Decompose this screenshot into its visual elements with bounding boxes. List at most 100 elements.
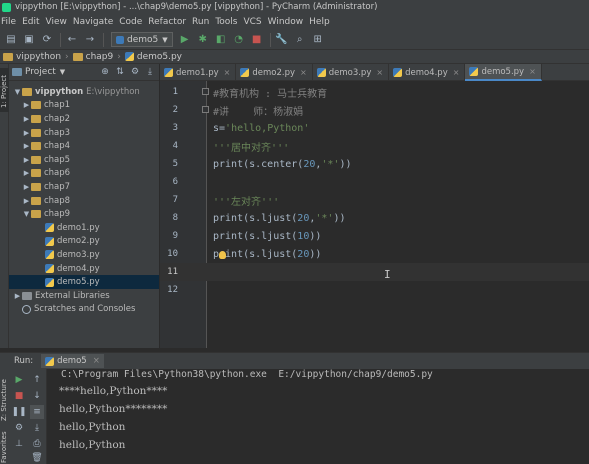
tree-folder[interactable]: ▶ chap4 (9, 139, 159, 153)
menu-view[interactable]: View (43, 17, 70, 27)
favorites-tool-tab[interactable]: Favorites (0, 427, 9, 464)
run-config-select[interactable]: demo5 ▼ (111, 32, 173, 47)
collapsed-arrow-icon[interactable]: ▶ (22, 129, 31, 137)
tree-file-selected[interactable]: demo5.py (9, 275, 159, 289)
lightbulb-icon[interactable] (219, 251, 226, 259)
collapsed-arrow-icon[interactable]: ▶ (22, 101, 31, 109)
code-line[interactable]: 5 print(s.center(20,'*')) (160, 155, 589, 173)
soft-wrap-icon[interactable]: ≡ (30, 405, 44, 419)
scroll-down-icon[interactable]: ↓ (30, 389, 44, 403)
print-icon[interactable]: ⎙ (30, 437, 44, 451)
structure-tool-tab[interactable]: Z: Structure (0, 373, 9, 423)
breadcrumb-folder[interactable]: chap9 (86, 52, 114, 62)
tab-demo3[interactable]: demo3.py × (313, 64, 390, 81)
tab-demo5[interactable]: demo5.py × (465, 64, 542, 81)
collapse-icon[interactable]: ⇅ (115, 67, 125, 77)
close-icon[interactable]: × (300, 68, 307, 77)
code-line-current[interactable]: 11 (160, 263, 589, 281)
menu-help[interactable]: Help (306, 17, 333, 27)
code-line[interactable]: 8 print(s.ljust(20,'*')) (160, 209, 589, 227)
tab-demo4[interactable]: demo4.py × (389, 64, 466, 81)
menu-navigate[interactable]: Navigate (70, 17, 116, 27)
run-console[interactable]: C:\Program Files\Python38\python.exe E:/… (47, 369, 589, 464)
collapsed-arrow-icon[interactable]: ▶ (22, 115, 31, 123)
hide-icon[interactable]: ⤓ (145, 67, 155, 77)
tree-external-libraries[interactable]: ▶ External Libraries (9, 289, 159, 303)
tree-file[interactable]: demo2.py (9, 235, 159, 249)
tree-folder[interactable]: ▶ chap2 (9, 112, 159, 126)
structure-icon[interactable]: ⊞ (310, 32, 326, 48)
menu-file[interactable]: File (0, 17, 19, 27)
collapsed-arrow-icon[interactable]: ▶ (22, 169, 31, 177)
open-icon[interactable]: ▤ (3, 32, 19, 48)
stop-icon[interactable]: ■ (12, 389, 26, 403)
menu-edit[interactable]: Edit (19, 17, 42, 27)
settings-icon[interactable]: 🔧 (274, 32, 290, 48)
save-icon[interactable]: ▣ (21, 32, 37, 48)
menu-refactor[interactable]: Refactor (145, 17, 189, 27)
tree-folder[interactable]: ▶ chap5 (9, 153, 159, 167)
menu-tools[interactable]: Tools (212, 17, 240, 27)
code-line[interactable]: 9 print(s.ljust(10)) (160, 227, 589, 245)
forward-icon[interactable]: → (82, 32, 98, 48)
code-line[interactable]: 12 (160, 281, 589, 299)
menu-window[interactable]: Window (265, 17, 307, 27)
settings-icon[interactable]: ⚙ (12, 421, 26, 435)
code-line[interactable]: 2 #讲 师：杨淑娟 (160, 101, 589, 119)
tab-demo1[interactable]: demo1.py × (160, 64, 237, 81)
collapsed-arrow-icon[interactable]: ▶ (22, 142, 31, 150)
tree-folder[interactable]: ▶ chap8 (9, 194, 159, 208)
stop-icon[interactable]: ■ (249, 32, 265, 48)
tree-folder[interactable]: ▶ chap6 (9, 167, 159, 181)
code-line[interactable]: 4 '''居中对齐''' (160, 137, 589, 155)
scroll-up-icon[interactable]: ↑ (30, 373, 44, 387)
back-icon[interactable]: ← (64, 32, 80, 48)
chevron-down-icon[interactable]: ▼ (60, 68, 65, 76)
scroll-to-end-icon[interactable]: ⤓ (30, 421, 44, 435)
close-icon[interactable]: × (224, 68, 231, 77)
code-editor[interactable]: 1 #教育机构 : 马士兵教育 2 #讲 师：杨淑娟 3 s='hello,Py… (160, 81, 589, 348)
tree-file[interactable]: demo4.py (9, 262, 159, 276)
tree-folder[interactable]: ▼ chap9 (9, 207, 159, 221)
tree-folder[interactable]: ▶ chap7 (9, 180, 159, 194)
debug-icon[interactable]: ✱ (195, 32, 211, 48)
coverage-icon[interactable]: ◧ (213, 32, 229, 48)
sync-icon[interactable]: ⟳ (39, 32, 55, 48)
breadcrumb-file[interactable]: demo5.py (137, 52, 182, 62)
menu-vcs[interactable]: VCS (240, 17, 264, 27)
profile-icon[interactable]: ◔ (231, 32, 247, 48)
project-panel-title[interactable]: Project (25, 67, 56, 77)
code-line[interactable]: 3 s='hello,Python' (160, 119, 589, 137)
clear-icon[interactable]: 🗑 (30, 451, 44, 464)
expand-icon[interactable]: ▼ (13, 88, 22, 96)
tree-scratches[interactable]: Scratches and Consoles (9, 303, 159, 317)
tree-file[interactable]: demo3.py (9, 248, 159, 262)
locate-icon[interactable]: ⊕ (100, 67, 110, 77)
collapsed-arrow-icon[interactable]: ▶ (22, 183, 31, 191)
run-icon[interactable]: ▶ (177, 32, 193, 48)
close-icon[interactable]: × (376, 68, 383, 77)
rerun-icon[interactable]: ▶ (12, 373, 26, 387)
pause-icon[interactable]: ❚❚ (11, 405, 26, 419)
code-line[interactable]: 10 print(s.ljust(20)) (160, 245, 589, 263)
tree-file[interactable]: demo1.py (9, 221, 159, 235)
close-icon[interactable]: × (529, 67, 536, 76)
fold-icon[interactable] (202, 88, 209, 95)
tree-folder[interactable]: ▶ chap3 (9, 126, 159, 140)
gear-icon[interactable]: ⚙ (130, 67, 140, 77)
code-line[interactable]: 1 #教育机构 : 马士兵教育 (160, 83, 589, 101)
code-line[interactable]: 6 (160, 173, 589, 191)
collapsed-arrow-icon[interactable]: ▶ (13, 292, 22, 300)
search-icon[interactable]: ⌕ (292, 32, 308, 48)
project-tool-tab[interactable]: 1: Project (0, 68, 9, 112)
tab-demo2[interactable]: demo2.py × (236, 64, 313, 81)
fold-icon[interactable] (202, 106, 209, 113)
tree-root[interactable]: ▼ vippython E:\vippython (9, 85, 159, 99)
tree-folder[interactable]: ▶ chap1 (9, 99, 159, 113)
pin-icon[interactable]: ⊥ (12, 437, 26, 451)
menu-code[interactable]: Code (116, 17, 145, 27)
collapsed-arrow-icon[interactable]: ▶ (22, 156, 31, 164)
breadcrumb-project[interactable]: vippython (16, 52, 61, 62)
menu-run[interactable]: Run (189, 17, 212, 27)
close-icon[interactable]: × (453, 68, 460, 77)
